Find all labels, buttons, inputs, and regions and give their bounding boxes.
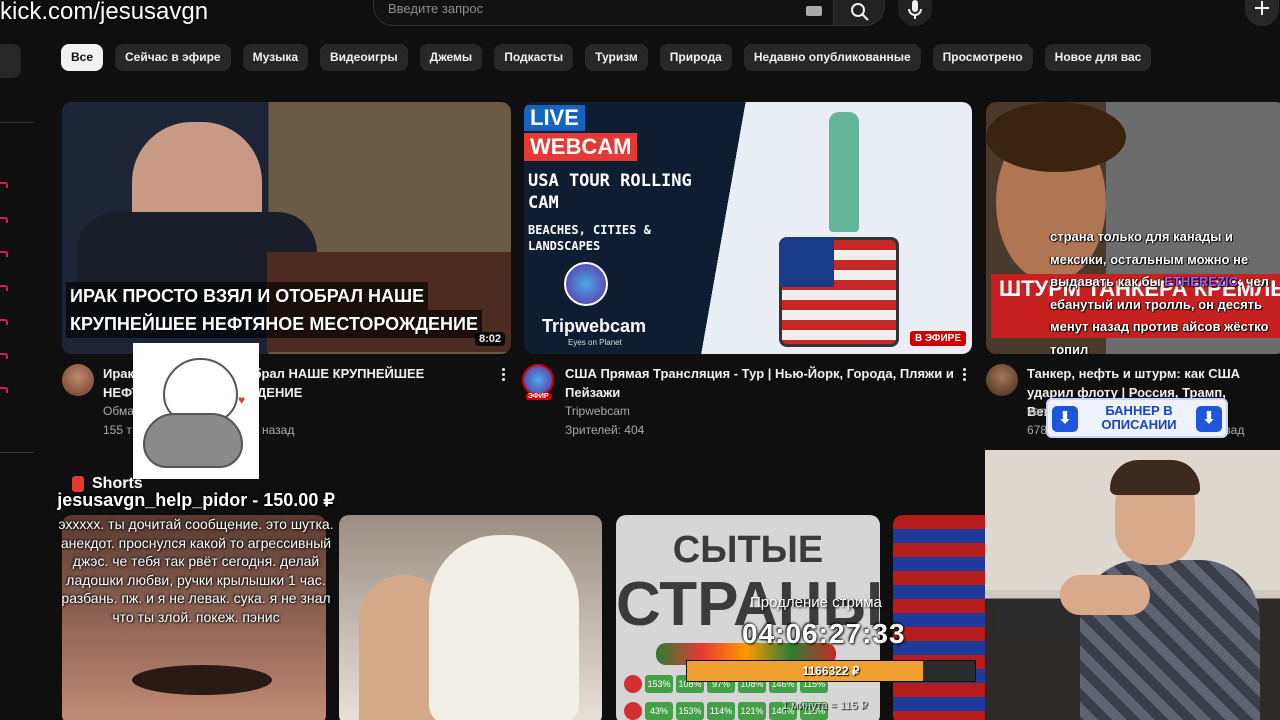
plus-icon bbox=[1255, 1, 1269, 15]
stream-chat-overlay: страна только для канады и мексики, оста… bbox=[1050, 226, 1278, 361]
thumbnail-caption: ИРАК ПРОСТО ВЗЯЛ И ОТОБРАЛ НАШЕ КРУПНЕЙШ… bbox=[66, 282, 482, 338]
sidebar-active-item[interactable] bbox=[0, 44, 21, 78]
search-button[interactable] bbox=[833, 0, 885, 26]
flag-canton bbox=[779, 237, 834, 287]
channel-name[interactable]: Обма bbox=[103, 402, 134, 421]
thumbnail-title: USA TOUR ROLLING CAM bbox=[528, 171, 692, 213]
stream-url-overlay: kick.com/jesusavgn bbox=[0, 0, 209, 25]
thumbnail-webcam-tag: WEBCAM bbox=[524, 133, 638, 161]
thumbnail-brand-sub: Eyes on Planet bbox=[568, 338, 622, 347]
stream-timer: 04:06:27:33 bbox=[742, 618, 906, 649]
donation-alert: jesusavgn_help_pidor - 150.00 ₽ эххххх. … bbox=[50, 488, 342, 626]
cat-sticker-image: ♥ bbox=[133, 343, 259, 479]
donation-progress-bar: 1166322 ₽ bbox=[686, 660, 976, 682]
channel-avatar[interactable] bbox=[986, 364, 1018, 396]
more-options-icon[interactable] bbox=[502, 368, 506, 382]
donation-sender: jesusavgn_help_pidor - 150.00 ₽ bbox=[57, 490, 335, 510]
search-icon bbox=[851, 3, 869, 21]
streamer-hand bbox=[1060, 575, 1150, 615]
globe-logo-icon bbox=[564, 262, 608, 306]
video-views: 678 bbox=[1027, 423, 1048, 437]
viewer-count: Зрителей: 404 bbox=[565, 423, 645, 437]
video-duration: 8:02 bbox=[474, 332, 505, 346]
streamer-hair bbox=[1110, 460, 1200, 495]
thumbnail-live-tag: LIVE bbox=[524, 105, 585, 131]
thumbnail-caption-line: КРУПНЕЙШЕЕ НЕФТЯНОЕ МЕСТОРОЖДЕНИЕ bbox=[66, 310, 482, 338]
short-title-line: СЫТЫЕ bbox=[672, 529, 824, 571]
chip-live-now[interactable]: Сейчас в эфире bbox=[115, 44, 231, 71]
flag-icon bbox=[624, 702, 642, 720]
streamer-webcam bbox=[985, 450, 1280, 720]
thumbnail-hair bbox=[986, 102, 1126, 172]
channel-name[interactable]: van bbox=[1027, 402, 1046, 421]
chip-video-games[interactable]: Видеоигры bbox=[320, 44, 408, 71]
video-views: 155 т bbox=[103, 423, 132, 437]
chat-username: ETHEREZIC bbox=[1164, 274, 1238, 289]
sidebar-divider bbox=[0, 452, 34, 453]
video-thumbnail[interactable]: LIVE WEBCAM USA TOUR ROLLING CAM BEACHES… bbox=[524, 102, 972, 354]
shorts-card[interactable] bbox=[893, 515, 993, 720]
stat-cell: 114% bbox=[707, 702, 735, 720]
video-title[interactable]: США Прямая Трансляция - Тур | Нью-Йорк, … bbox=[565, 364, 955, 402]
shorts-card[interactable] bbox=[339, 515, 602, 720]
filter-chips: Все Сейчас в эфире Музыка Видеоигры Джем… bbox=[61, 44, 1152, 71]
live-indicator-icon bbox=[0, 283, 10, 291]
live-badge: В ЭФИРЕ bbox=[909, 331, 966, 346]
donation-total: 1166322 ₽ bbox=[802, 664, 860, 678]
keyboard-icon[interactable] bbox=[806, 6, 822, 16]
chip-all[interactable]: Все bbox=[61, 44, 104, 71]
live-indicator-icon bbox=[0, 317, 10, 325]
live-indicator-icon bbox=[0, 215, 10, 223]
short-face-eyes bbox=[132, 665, 272, 695]
thumbnail-brand: Tripwebcam bbox=[542, 316, 647, 336]
chip-music[interactable]: Музыка bbox=[242, 44, 309, 71]
stat-cell: 121% bbox=[738, 702, 766, 720]
channel-name[interactable]: Tripwebcam bbox=[565, 402, 630, 421]
statue-of-liberty-image bbox=[829, 112, 859, 232]
search-input[interactable]: Введите запрос bbox=[373, 0, 839, 26]
thumbnail-caption-line: ИРАК ПРОСТО ВЗЯЛ И ОТОБРАЛ НАШЕ bbox=[66, 282, 429, 310]
live-indicator-icon bbox=[0, 385, 10, 393]
flag-icon bbox=[624, 675, 642, 693]
arrow-down-icon: ⬇ bbox=[1052, 406, 1078, 432]
chip-watched[interactable]: Просмотрено bbox=[932, 44, 1033, 71]
create-button[interactable] bbox=[1245, 0, 1279, 26]
minute-price: 1 минута = 115 ₽ bbox=[782, 700, 868, 712]
arrow-down-icon: ⬇ bbox=[1196, 406, 1222, 432]
microphone-icon bbox=[908, 0, 922, 19]
grey-cat-shape bbox=[143, 413, 243, 468]
search-placeholder: Введите запрос bbox=[388, 1, 484, 16]
chip-tourism[interactable]: Туризм bbox=[585, 44, 648, 71]
channel-avatar[interactable]: ЭФИР bbox=[522, 364, 554, 400]
more-options-icon[interactable] bbox=[963, 368, 967, 382]
thumbnail-subtitle: BEACHES, CITIES & LANDSCAPES bbox=[528, 223, 651, 253]
banner-in-description: ⬇ БАННЕР В ОПИСАНИИ ⬇ bbox=[1046, 398, 1228, 438]
chip-nature[interactable]: Природа bbox=[659, 44, 732, 71]
stream-extension-label: Продление стрима bbox=[750, 594, 882, 611]
video-thumbnail[interactable]: ИРАК ПРОСТО ВЗЯЛ И ОТОБРАЛ НАШЕ КРУПНЕЙШ… bbox=[62, 102, 511, 354]
donation-message: эххххх. ты дочитай сообщение. это шутка.… bbox=[58, 516, 334, 625]
stat-cell: 153% bbox=[645, 675, 673, 693]
chip-podcasts[interactable]: Подкасты bbox=[494, 44, 574, 71]
stat-cell: 43% bbox=[645, 702, 673, 720]
chip-recently-uploaded[interactable]: Недавно опубликованные bbox=[743, 44, 921, 71]
live-indicator-icon bbox=[0, 180, 10, 188]
banner-text: БАННЕР В ОПИСАНИИ bbox=[1101, 403, 1177, 432]
stat-cell: 153% bbox=[676, 702, 704, 720]
live-indicator-icon bbox=[0, 351, 10, 359]
channel-avatar[interactable] bbox=[62, 364, 94, 396]
heart-icon: ♥ bbox=[238, 393, 246, 407]
live-indicator-icon bbox=[0, 249, 10, 257]
avatar-live-label: ЭФИР bbox=[526, 393, 551, 400]
video-age: назад bbox=[262, 423, 295, 437]
chip-jams[interactable]: Джемы bbox=[419, 44, 483, 71]
chip-new-for-you[interactable]: Новое для вас bbox=[1044, 44, 1152, 71]
sidebar-divider bbox=[0, 122, 34, 123]
voice-search-button[interactable] bbox=[898, 0, 932, 26]
short-cat-image bbox=[429, 535, 579, 720]
